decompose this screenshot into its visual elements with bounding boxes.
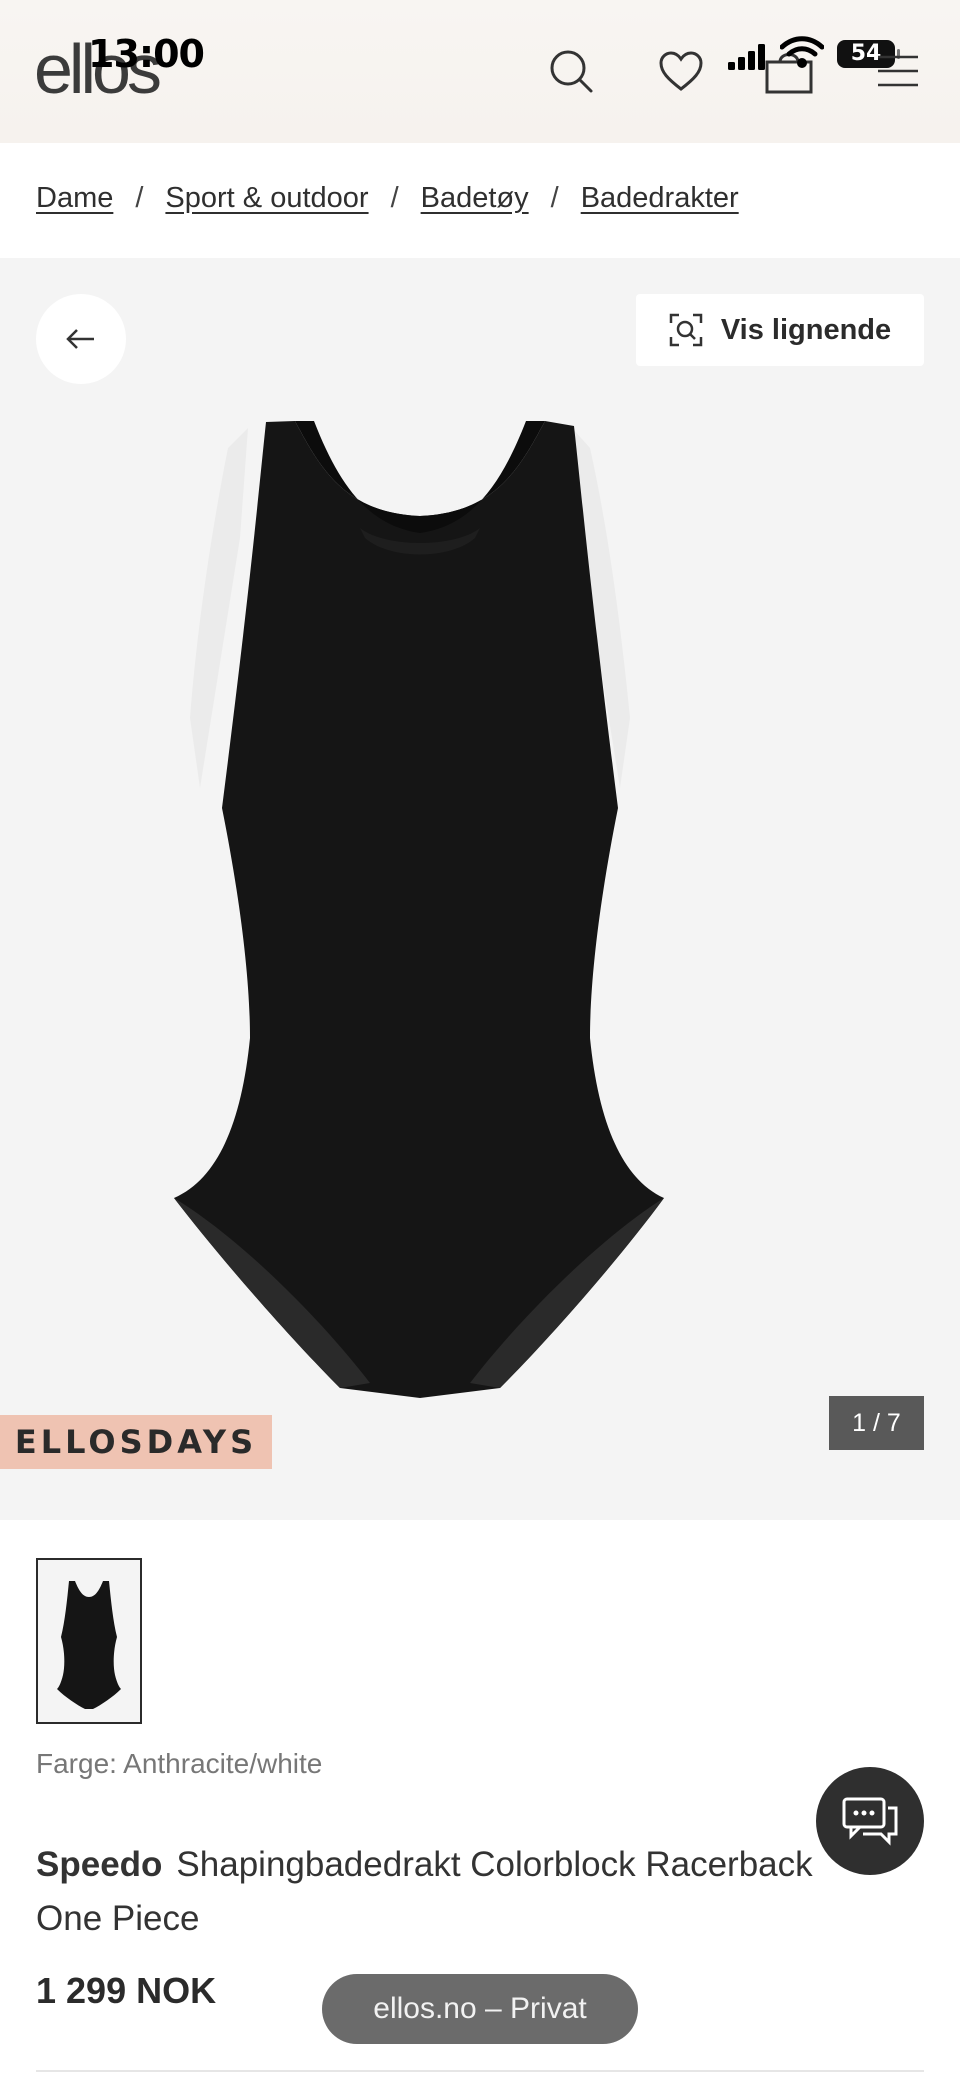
back-button[interactable] xyxy=(36,294,126,384)
menu-icon[interactable] xyxy=(876,54,920,88)
breadcrumb-dame[interactable]: Dame xyxy=(36,182,113,215)
search-icon[interactable] xyxy=(548,48,594,94)
promo-badge: ELLOSDAYS xyxy=(0,1415,272,1469)
swimsuit-image xyxy=(174,421,664,1398)
breadcrumb-badedrakter[interactable]: Badedrakter xyxy=(581,182,739,215)
breadcrumb-separator: / xyxy=(390,182,399,214)
breadcrumb-separator: / xyxy=(550,182,559,214)
show-similar-label: Vis lignende xyxy=(720,313,892,346)
product-price: 1 299 NOK xyxy=(36,1970,217,2011)
chat-icon xyxy=(842,1797,898,1846)
wifi-icon xyxy=(780,36,824,68)
swimsuit-thumbnail xyxy=(57,1581,121,1709)
chat-button[interactable] xyxy=(816,1767,924,1875)
product-gallery[interactable]: Vis lignende ELLOSDAYS 1 / 7 xyxy=(0,258,960,1520)
visual-search-icon xyxy=(669,313,703,347)
breadcrumb-badetoy[interactable]: Badetøy xyxy=(421,182,529,215)
thumbnail-image[interactable] xyxy=(36,1558,142,1724)
show-similar-button[interactable]: Vis lignende xyxy=(636,294,924,366)
heart-icon[interactable] xyxy=(658,50,704,92)
breadcrumb: Dame / Sport & outdoor / Badetøy / Baded… xyxy=(36,182,739,215)
breadcrumb-separator: / xyxy=(135,182,144,214)
breadcrumb-sport-outdoor[interactable]: Sport & outdoor xyxy=(165,182,368,215)
arrow-left-icon xyxy=(66,329,94,349)
image-counter: 1 / 7 xyxy=(829,1396,924,1450)
product-title: Speedo Shapingbadedrakt Colorblock Racerb… xyxy=(36,1838,886,1946)
browser-url-pill[interactable]: ellos.no – Privat xyxy=(322,1974,638,2044)
product-brand[interactable]: Speedo xyxy=(36,1845,162,1884)
site-header: ellos 13:00 54 xyxy=(0,0,960,143)
cell-signal-icon xyxy=(728,44,765,70)
color-label: Farge: Anthracite/white xyxy=(36,1748,323,1779)
status-time: 13:00 xyxy=(88,32,205,76)
divider xyxy=(36,2070,924,2072)
